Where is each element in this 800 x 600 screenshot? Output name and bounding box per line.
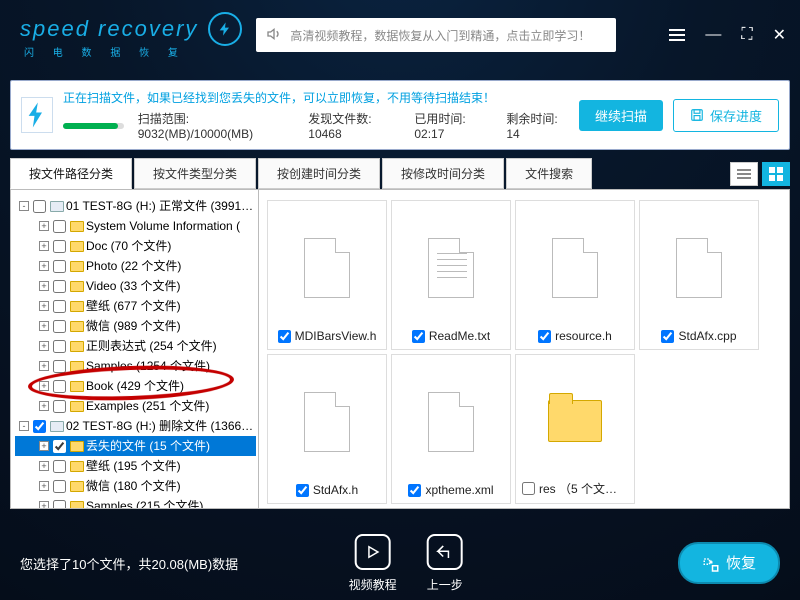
save-progress-button[interactable]: 保存进度 <box>673 99 779 132</box>
list-icon <box>737 169 751 179</box>
grid-icon <box>769 167 783 181</box>
lightning-icon <box>208 12 242 46</box>
view-grid-button[interactable] <box>762 162 790 186</box>
tree-item[interactable]: +Samples (215 个文件) <box>15 496 256 508</box>
back-button[interactable]: 上一步 <box>427 534 463 593</box>
tab-search[interactable]: 文件搜索 <box>506 158 592 189</box>
scan-message: 正在扫描文件，如果已经找到您丢失的文件，可以立即恢复，不用等待扫描结束！ <box>63 89 569 106</box>
minimize-button[interactable]: — <box>705 26 721 44</box>
scan-range: 9032(MB)/10000(MB) <box>138 127 253 141</box>
tree-item[interactable]: +正则表达式 (254 个文件) <box>15 336 256 356</box>
tab-by-path[interactable]: 按文件路径分类 <box>10 158 132 189</box>
tab-by-type[interactable]: 按文件类型分类 <box>134 158 256 189</box>
file-item[interactable]: resource.h <box>515 200 635 350</box>
tree-item[interactable]: +System Volume Information ( <box>15 216 256 236</box>
elapsed-time: 02:17 <box>414 127 444 141</box>
scan-activity-icon <box>21 97 53 133</box>
tab-by-modified[interactable]: 按修改时间分类 <box>382 158 504 189</box>
maximize-button[interactable]: ⛶ <box>741 26 752 44</box>
tree-item[interactable]: +Examples (251 个文件) <box>15 396 256 416</box>
tree-item[interactable]: +微信 (989 个文件) <box>15 316 256 336</box>
speaker-icon <box>266 26 282 45</box>
tree-drive-normal[interactable]: -01 TEST-8G (H:) 正常文件 (3991… <box>15 196 256 216</box>
found-count: 10468 <box>308 127 341 141</box>
tree-item[interactable]: +Doc (70 个文件) <box>15 236 256 256</box>
tree-lost-files[interactable]: +丢失的文件 (15 个文件) <box>15 436 256 456</box>
close-button[interactable]: ✕ <box>773 25 786 45</box>
file-item-folder[interactable]: res （5 个文件） <box>515 354 635 504</box>
promo-banner[interactable]: 高清视频教程，数据恢复从入门到精通，点击立即学习！ <box>256 18 616 52</box>
tree-item[interactable]: +Video (33 个文件) <box>15 276 256 296</box>
tree-item[interactable]: +Book (429 个文件) <box>15 376 256 396</box>
scan-status-panel: 正在扫描文件，如果已经找到您丢失的文件，可以立即恢复，不用等待扫描结束！ 扫描范… <box>10 80 790 150</box>
selection-status: 您选择了10个文件，共20.08(MB)数据 <box>20 554 238 573</box>
file-item[interactable]: StdAfx.h <box>267 354 387 504</box>
tree-item[interactable]: +微信 (180 个文件) <box>15 476 256 496</box>
tree-item[interactable]: +Photo (22 个文件) <box>15 256 256 276</box>
scan-progress-bar <box>63 123 124 129</box>
continue-scan-button[interactable]: 继续扫描 <box>579 100 663 131</box>
view-list-button[interactable] <box>730 162 758 186</box>
menu-icon[interactable] <box>669 29 685 41</box>
file-grid: MDIBarsView.h ReadMe.txt resource.h StdA… <box>259 190 789 508</box>
tree-item[interactable]: +壁纸 (195 个文件) <box>15 456 256 476</box>
tab-by-created[interactable]: 按创建时间分类 <box>258 158 380 189</box>
folder-tree[interactable]: -01 TEST-8G (H:) 正常文件 (3991… +System Vol… <box>11 190 259 508</box>
app-logo: speed recovery 闪 电 数 据 恢 复 <box>20 12 242 59</box>
folder-icon <box>548 400 602 442</box>
file-item[interactable]: MDIBarsView.h <box>267 200 387 350</box>
file-item[interactable]: xptheme.xml <box>391 354 511 504</box>
file-item[interactable]: StdAfx.cpp <box>639 200 759 350</box>
remain-time: 14 <box>506 127 519 141</box>
tree-item[interactable]: +Samples (1254 个文件) <box>15 356 256 376</box>
tree-item[interactable]: +壁纸 (677 个文件) <box>15 296 256 316</box>
video-tutorial-button[interactable]: 视频教程 <box>349 534 397 593</box>
category-tabs: 按文件路径分类 按文件类型分类 按创建时间分类 按修改时间分类 文件搜索 <box>10 158 790 189</box>
tree-drive-deleted[interactable]: -02 TEST-8G (H:) 删除文件 (1366… <box>15 416 256 436</box>
recover-button[interactable]: 恢复 <box>678 542 780 583</box>
file-item[interactable]: ReadMe.txt <box>391 200 511 350</box>
